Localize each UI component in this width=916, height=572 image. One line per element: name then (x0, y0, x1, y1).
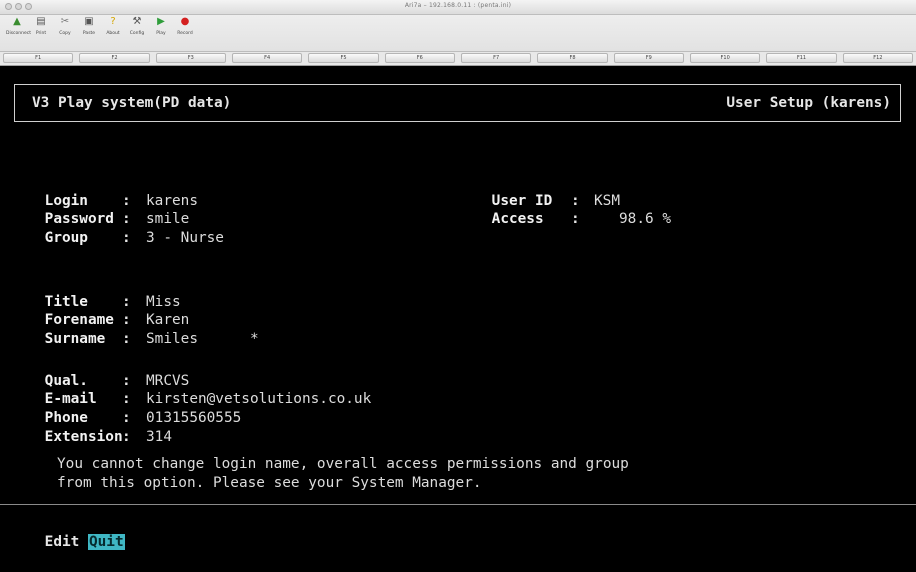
surname-separator: : (122, 331, 131, 347)
copy-icon: ✂ (60, 16, 70, 27)
email-value[interactable]: kirsten@vetsolutions.co.uk (146, 391, 371, 408)
function-key-f1[interactable]: F1 (3, 53, 74, 63)
paste-button[interactable]: ▣ Paste (78, 17, 100, 47)
function-key-bar: F1 F2 F3 F4 F5 F6 F7 F8 F9 F10 F11 F12 (0, 52, 916, 66)
access-value[interactable]: 98.6 % (619, 211, 671, 228)
quit-menu-item[interactable]: Quit (87, 534, 125, 550)
group-label: Group (44, 230, 88, 246)
function-key-f9[interactable]: F9 (613, 53, 684, 63)
function-key-f5[interactable]: F5 (308, 53, 379, 63)
config-icon: ⚒ (132, 16, 142, 27)
access-row: Access: 98.6 % (457, 194, 671, 245)
print-button[interactable]: ▤ Print (30, 17, 52, 47)
function-key-f7[interactable]: F7 (461, 53, 532, 63)
required-marker: * (250, 331, 259, 347)
print-icon: ▤ (36, 16, 46, 27)
password-separator: : (122, 211, 131, 227)
qual-separator: : (122, 373, 131, 389)
function-key-f6[interactable]: F6 (384, 53, 455, 63)
about-button[interactable]: ? About (102, 17, 124, 47)
extension-separator: : (122, 429, 131, 445)
function-key-f2[interactable]: F2 (79, 53, 150, 63)
extension-label: Extension (44, 429, 123, 445)
window-titlebar: Ari7a – 192.168.0.11 : (penta.ini) (0, 0, 916, 15)
config-button[interactable]: ⚒ Config (126, 17, 148, 47)
toolbar-button-label: About (106, 31, 120, 36)
forename-separator: : (122, 312, 131, 328)
extension-value[interactable]: 314 (146, 429, 172, 446)
play-button[interactable]: ▶ Play (150, 17, 172, 47)
qual-value[interactable]: MRCVS (146, 373, 189, 390)
toolbar-button-label: Disconnect (6, 31, 31, 36)
login-separator: : (122, 193, 131, 209)
info-message-line-1: You cannot change login name, overall ac… (57, 456, 629, 472)
function-key-f12[interactable]: F12 (842, 53, 913, 63)
phone-value[interactable]: 01315560555 (146, 410, 241, 427)
phone-separator: : (122, 410, 131, 426)
paste-icon: ▣ (84, 16, 94, 27)
login-value[interactable]: karens (146, 193, 198, 210)
forename-value[interactable]: Karen (146, 312, 189, 329)
toolbar: ▲ Disconnect ▤ Print ✂ Copy ▣ Paste? About ⚒ Confi… (0, 15, 916, 52)
function-key-f4[interactable]: F4 (232, 53, 303, 63)
screen-title: User Setup (karens) (726, 95, 891, 111)
command-menu: Edit Quit (10, 517, 125, 568)
toolbar-button-label: Paste (82, 31, 96, 36)
info-message-line-2: from this option. Please see your System… (57, 475, 482, 491)
record-button[interactable]: ● Record (174, 17, 196, 47)
disconnect-button[interactable]: ▲ Disconnect (6, 16, 31, 47)
password-value[interactable]: smile (146, 211, 189, 228)
play-icon: ▶ (157, 16, 165, 27)
record-icon: ● (180, 16, 190, 27)
title-value[interactable]: Miss (146, 294, 181, 311)
toolbar-button-label: Record (177, 31, 193, 36)
function-key-f8[interactable]: F8 (537, 53, 608, 63)
toolbar-button-label: Copy (59, 31, 71, 36)
function-key-f10[interactable]: F10 (690, 53, 761, 63)
group-separator: : (122, 230, 131, 246)
group-row: Group:3 - Nurse (10, 213, 224, 264)
access-separator: : (571, 211, 580, 227)
system-title: V3 Play system(PD data) (32, 95, 232, 111)
title-separator: : (122, 294, 131, 310)
user-id-separator: : (571, 193, 580, 209)
edit-menu-item[interactable]: Edit (45, 534, 80, 550)
copy-button[interactable]: ✂ Copy (54, 17, 76, 47)
function-key-f3[interactable]: F3 (155, 53, 226, 63)
toolbar-button-label: Config (129, 31, 145, 36)
surname-value[interactable]: Smiles (146, 331, 198, 348)
screen-header: V3 Play system(PD data) User Setup (kare… (14, 84, 901, 122)
terminal-screen[interactable]: V3 Play system(PD data) User Setup (kare… (0, 66, 916, 572)
disconnect-icon: ▲ (13, 16, 21, 27)
divider (0, 504, 916, 505)
access-label: Access (491, 211, 544, 227)
user-id-value[interactable]: KSM (594, 193, 620, 210)
window-title: Ari7a – 192.168.0.11 : (penta.ini) (404, 2, 512, 9)
about-icon: ? (110, 16, 116, 27)
email-separator: : (122, 391, 131, 407)
group-value[interactable]: 3 - Nurse (146, 230, 224, 247)
function-key-f11[interactable]: F11 (766, 53, 837, 63)
surname-label: Surname (44, 331, 106, 347)
toolbar-button-label: Play (156, 31, 166, 36)
toolbar-button-label: Print (35, 31, 47, 36)
